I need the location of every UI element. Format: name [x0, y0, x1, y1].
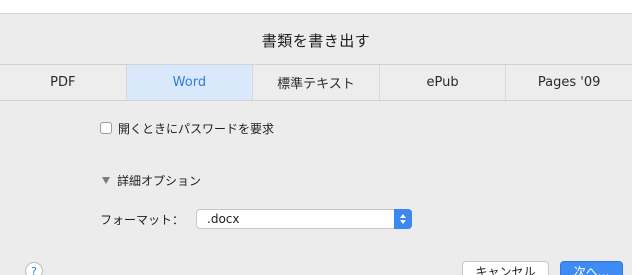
disclosure-triangle-icon[interactable] [102, 176, 110, 184]
format-tab-bar: PDF Word 標準テキスト ePub Pages '09 [0, 64, 632, 101]
tab-word[interactable]: Word [126, 65, 254, 100]
advanced-options-disclosure[interactable]: 詳細オプション [102, 171, 201, 189]
tab-pdf[interactable]: PDF [0, 65, 127, 100]
export-sheet: 書類を書き出す PDF Word 標準テキスト ePub Pages '09 開… [0, 13, 632, 275]
select-stepper-icon[interactable] [394, 209, 413, 229]
advanced-options-label[interactable]: 詳細オプション [117, 172, 201, 189]
chevron-down-icon [400, 220, 407, 224]
tab-epub[interactable]: ePub [380, 65, 507, 100]
tab-pages-09[interactable]: Pages '09 [506, 65, 632, 100]
format-row: フォーマット： .docx [100, 208, 413, 230]
tab-plain-text[interactable]: 標準テキスト [253, 65, 380, 100]
format-select-value[interactable]: .docx [197, 212, 239, 226]
cancel-button[interactable]: キャンセル [462, 261, 549, 275]
format-select[interactable]: .docx [196, 209, 413, 229]
require-password-checkbox[interactable] [100, 122, 112, 134]
require-password-label[interactable]: 開くときにパスワードを要求 [118, 120, 274, 137]
format-label: フォーマット： [100, 212, 185, 227]
dialog-title: 書類を書き出す [261, 32, 371, 50]
next-button[interactable]: 次へ... [560, 261, 623, 275]
help-button[interactable]: ? [25, 262, 43, 275]
chevron-up-icon [400, 214, 407, 218]
password-option[interactable]: 開くときにパスワードを要求 [100, 119, 274, 137]
export-dialog-page: 書類を書き出す PDF Word 標準テキスト ePub Pages '09 開… [0, 0, 632, 275]
